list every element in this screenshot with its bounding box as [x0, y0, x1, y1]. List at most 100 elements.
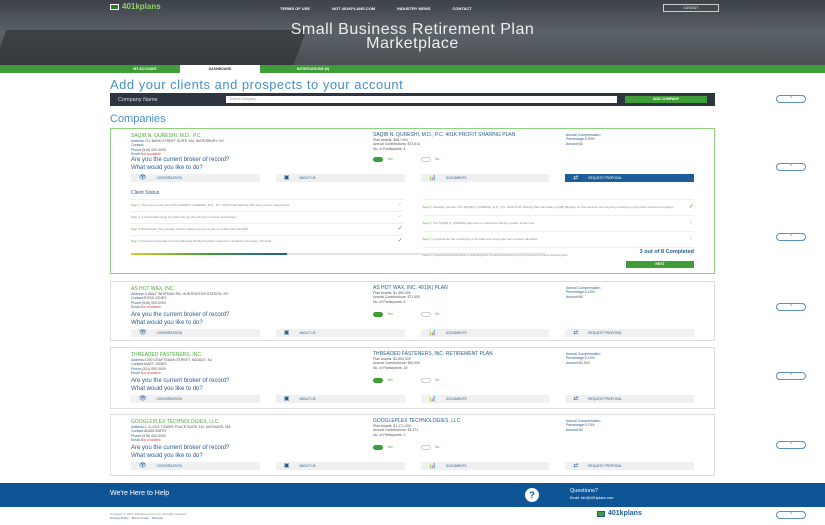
privacy-link[interactable]: Privacy Policy	[110, 516, 129, 520]
radio-no[interactable]: No	[421, 378, 439, 383]
radio-no-indicator[interactable]	[421, 378, 431, 383]
footer-logo[interactable]: 401kplans	[597, 510, 642, 517]
request-proposal-label: REQUEST PROPOSAL	[588, 397, 623, 401]
step-key: Step 5:	[422, 204, 433, 209]
documents-button[interactable]: 📊 DOCUMENTS	[420, 462, 550, 470]
about-us-label: ABOUT US	[299, 397, 316, 401]
logo[interactable]: 401kplans	[110, 2, 161, 11]
step-key: Step 3:	[131, 226, 141, 231]
radio-yes[interactable]: Yes	[373, 378, 393, 383]
check-icon: ✓	[397, 225, 403, 232]
scroll-top-button[interactable]: ⌃	[776, 163, 806, 171]
sitemap-link[interactable]: Sitemap	[152, 516, 163, 520]
amount-row: Amount:$0	[566, 428, 686, 432]
add-clients-heading: Add your clients and prospects to your a…	[110, 77, 404, 92]
request-proposal-button[interactable]: ⇄ REQUEST PROPOSAL	[565, 329, 694, 337]
radio-no-indicator[interactable]	[421, 312, 431, 317]
about-us-button[interactable]: ▣ ABOUT US	[275, 395, 405, 403]
scroll-top-button[interactable]: ⌃	[776, 511, 806, 519]
step-text: Step 3: Benchmark: The average current m…	[131, 226, 249, 232]
about-us-label: ABOUT US	[299, 464, 316, 468]
company-card: SAQIB N. QURESHI, M.D., P.C. Address:712 …	[110, 128, 715, 274]
action-buttons: 👁 CONVERSATION ▣ ABOUT US 📊 DOCUMENTS ⇄ REQUEST…	[131, 174, 694, 182]
scroll-top-button[interactable]: ⌃	[776, 372, 806, 380]
logo-text: 401kplans	[122, 2, 161, 11]
documents-button[interactable]: 📊 DOCUMENTS	[420, 329, 550, 337]
request-proposal-button[interactable]: ⇄ REQUEST PROPOSAL	[565, 395, 694, 403]
request-proposal-button[interactable]: ⇄ REQUEST PROPOSAL	[565, 174, 694, 182]
radio-yes-indicator[interactable]	[373, 378, 383, 383]
step-key: Step 7:	[422, 236, 433, 241]
nav-terms[interactable]: TERMS OF USE	[280, 6, 310, 11]
logo-icon	[597, 510, 605, 517]
radio-yes[interactable]: Yes	[373, 445, 393, 450]
compensation-info: Annual Compensation Percentage:0.10% Amoun…	[566, 286, 686, 299]
terms-link[interactable]: Terms of Use	[131, 516, 149, 520]
email-value: Not available	[140, 437, 161, 442]
radio-no[interactable]: No	[421, 157, 439, 162]
radio-no-indicator[interactable]	[421, 157, 431, 162]
logout-button[interactable]: LOGOUT	[663, 4, 719, 12]
conversation-button[interactable]: 👁 CONVERSATION	[131, 174, 260, 182]
documents-button[interactable]: 📊 DOCUMENTS	[420, 395, 550, 403]
scroll-top-button[interactable]: ⌃	[776, 303, 806, 311]
nav-not[interactable]: NOT 401KPLANS.COM	[332, 6, 375, 11]
scroll-top-button[interactable]: ⌃	[776, 233, 806, 241]
radio-yes[interactable]: Yes	[373, 157, 393, 162]
tab-notifications[interactable]: NOTIFICATIONS (0)	[268, 65, 358, 73]
step-desc: A reasonable range for total costs for t…	[141, 214, 237, 219]
about-us-label: ABOUT US	[299, 331, 316, 335]
documents-label: DOCUMENTS	[445, 331, 467, 335]
tab-my-account[interactable]: MY ACCOUNT	[110, 65, 180, 73]
briefcase-icon: ▣	[283, 330, 290, 336]
radio-no[interactable]: No	[421, 312, 439, 317]
percentage-value: 0.10%	[584, 290, 595, 295]
company-card: AS HOT WAX, INC. Address:3 WALT WHITMAN R…	[110, 281, 715, 341]
radio-yes-label: Yes	[387, 445, 393, 450]
conversation-label: CONVERSATION	[156, 464, 182, 468]
plan-info: GOOGLEPLEX TECHNOLOGIES, LLC Plan Assets:…	[373, 419, 523, 437]
next-button[interactable]: NEXT	[626, 261, 694, 268]
about-us-button[interactable]: ▣ ABOUT US	[275, 462, 405, 470]
radio-yes-label: Yes	[387, 157, 393, 162]
about-us-button[interactable]: ▣ ABOUT US	[275, 174, 405, 182]
add-company-button[interactable]: ADD COMPANY	[625, 96, 707, 103]
contact-email[interactable]: Email: info@401kplans.com	[570, 496, 613, 500]
progress-bar	[131, 253, 546, 255]
nav-news[interactable]: INDUSTRY NEWS	[397, 6, 430, 11]
amount-row: Amount:$1,500	[566, 361, 686, 365]
step-desc: Benchmark: The average current market pr…	[141, 226, 249, 231]
questions-label: Questions?	[570, 488, 598, 494]
nav-contact[interactable]: CONTACT	[452, 6, 471, 11]
about-us-button[interactable]: ▣ ABOUT US	[275, 329, 405, 337]
email-label: Email:	[131, 370, 141, 375]
amount-row: Amount:$0	[566, 295, 686, 299]
documents-button[interactable]: 📊 DOCUMENTS	[420, 174, 550, 182]
request-proposal-label: REQUEST PROPOSAL	[588, 331, 623, 335]
conversation-button[interactable]: 👁 CONVERSATION	[131, 329, 260, 337]
conversation-button[interactable]: 👁 CONVERSATION	[131, 395, 260, 403]
action-buttons: 👁 CONVERSATION ▣ ABOUT US 📊 DOCUMENTS ⇄ REQUEST…	[131, 395, 694, 403]
chart-icon: 📊	[428, 175, 436, 181]
scroll-top-button[interactable]: ⌃	[776, 95, 806, 103]
step-desc: Fiduciary Service: The SAQIB N. QURESHI,…	[432, 204, 674, 209]
radio-no[interactable]: No	[421, 445, 439, 450]
scroll-top-button[interactable]: ⌃	[776, 441, 806, 449]
exchange-icon: ⇄	[573, 396, 579, 402]
eye-icon: 👁	[139, 330, 147, 336]
radio-yes-indicator[interactable]	[373, 157, 383, 162]
help-footer: We're Here to Help ? Questions? Email: i…	[0, 483, 825, 507]
company-select[interactable]: Select Company ⌄	[226, 96, 617, 103]
tab-dashboard[interactable]: DASHBOARD	[180, 65, 260, 73]
radio-yes-indicator[interactable]	[373, 312, 383, 317]
radio-yes[interactable]: Yes	[373, 312, 393, 317]
progress-fill	[131, 253, 287, 255]
company-info: AS HOT WAX, INC. Address:3 WALT WHITMAN R…	[131, 286, 351, 309]
about-us-label: ABOUT US	[299, 176, 316, 180]
conversation-button[interactable]: 👁 CONVERSATION	[131, 462, 260, 470]
company-info: GOOGLEPLEX TECHNOLOGIES, LLC Address:1 CL…	[131, 419, 351, 442]
radio-no-indicator[interactable]	[421, 445, 431, 450]
amount-value: $1,500	[579, 360, 590, 365]
request-proposal-button[interactable]: ⇄ REQUEST PROPOSAL	[565, 462, 694, 470]
radio-yes-indicator[interactable]	[373, 445, 383, 450]
